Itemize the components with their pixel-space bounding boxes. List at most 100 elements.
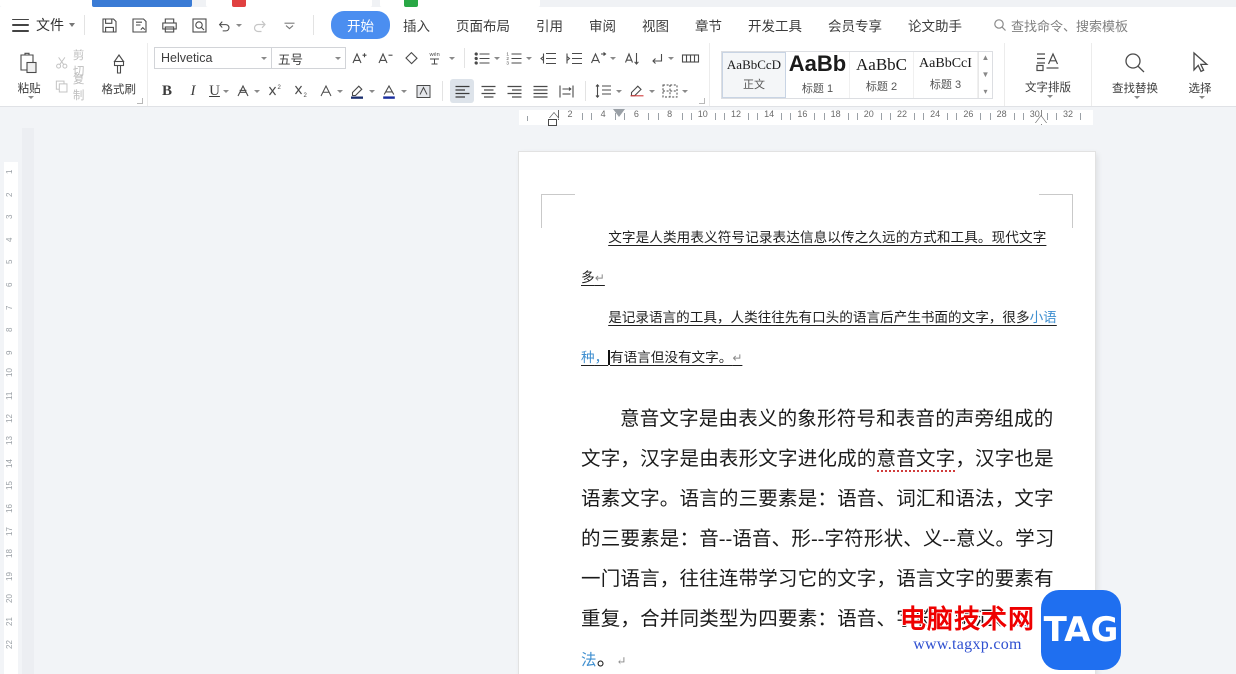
- chevron-down-icon[interactable]: [335, 56, 341, 60]
- text-typeset-button[interactable]: 文字排版: [1012, 46, 1084, 104]
- select-button[interactable]: 选择: [1171, 46, 1229, 104]
- tab-start[interactable]: 开始: [331, 11, 390, 39]
- shading-button[interactable]: [626, 79, 657, 103]
- highlight-color-button[interactable]: [347, 79, 377, 103]
- style-item-body[interactable]: AaBbCcD 正文: [722, 51, 786, 98]
- hamburger-menu-icon[interactable]: [12, 18, 29, 32]
- undo-dropdown-caret[interactable]: [236, 23, 242, 27]
- style-item-heading-1[interactable]: AaBb 标题 1: [786, 51, 850, 98]
- strikethrough-dropdown-caret[interactable]: [254, 89, 260, 93]
- bullets-dropdown-caret[interactable]: [494, 56, 500, 60]
- save-icon[interactable]: [96, 12, 122, 38]
- align-center-button[interactable]: [476, 79, 500, 103]
- file-menu-button[interactable]: 文件: [36, 15, 64, 35]
- styles-scrollbar[interactable]: ▲ ▼ ▾: [978, 51, 992, 98]
- line-spacing-dropdown-caret[interactable]: [616, 89, 622, 93]
- intro-paragraph-2[interactable]: 是记录语言的工具，人类往往先有口头的语言后产生书面的文字，很多小语种， 有语言但没…: [581, 298, 1059, 378]
- align-right-button[interactable]: [502, 79, 526, 103]
- format-painter-button[interactable]: 格式刷: [98, 46, 140, 104]
- decrease-indent-button[interactable]: [536, 46, 560, 70]
- shrink-font-button[interactable]: [373, 46, 397, 70]
- align-left-button[interactable]: [450, 79, 474, 103]
- window-tab-green-accent[interactable]: [404, 0, 418, 7]
- subscript-button[interactable]: 2: [290, 79, 314, 103]
- borders-top-button[interactable]: [678, 46, 702, 70]
- window-tab-red-accent[interactable]: [232, 0, 246, 7]
- italic-button[interactable]: I: [181, 79, 205, 103]
- clear-formatting-button[interactable]: [399, 46, 423, 70]
- customize-quick-access-icon[interactable]: [276, 12, 302, 38]
- show-marks-button[interactable]: [646, 46, 676, 70]
- tab-view[interactable]: 视图: [629, 11, 682, 39]
- tab-developer[interactable]: 开发工具: [735, 11, 815, 39]
- tab-references[interactable]: 引用: [523, 11, 576, 39]
- numbering-button[interactable]: 1 2 3: [504, 46, 534, 70]
- tab-review[interactable]: 审阅: [576, 11, 629, 39]
- character-shading-button[interactable]: [411, 79, 435, 103]
- line-spacing-button[interactable]: [593, 79, 624, 103]
- window-tab-blue-accent[interactable]: [92, 0, 192, 7]
- left-indent-marker[interactable]: [548, 119, 557, 126]
- chevron-down-icon[interactable]: [261, 56, 267, 60]
- grow-font-button[interactable]: [347, 46, 371, 70]
- underline-dropdown-caret[interactable]: [222, 89, 229, 93]
- save-as-icon[interactable]: [126, 12, 152, 38]
- hanging-indent-marker[interactable]: [549, 113, 559, 119]
- print-preview-icon[interactable]: [186, 12, 212, 38]
- tab-member[interactable]: 会员专享: [815, 11, 895, 39]
- paste-dropdown-caret[interactable]: [27, 95, 34, 99]
- horizontal-ruler[interactable]: 2 4 6 8 10 12 14 16 18 20 22 24 26 28 30 32: [0, 107, 1236, 128]
- styles-scroll-down[interactable]: ▼: [982, 70, 990, 79]
- pinyin-dropdown-caret[interactable]: [449, 56, 455, 60]
- justify-button[interactable]: [528, 79, 552, 103]
- font-color-dropdown-caret[interactable]: [401, 89, 407, 93]
- layout-grid-dropdown-caret[interactable]: [682, 89, 688, 93]
- chevron-down-icon[interactable]: [69, 23, 75, 27]
- sort-button[interactable]: [620, 46, 644, 70]
- increase-indent-button[interactable]: [562, 46, 586, 70]
- search-bar[interactable]: 查找命令、搜索模板: [993, 16, 1128, 35]
- tab-thesis-helper[interactable]: 论文助手: [895, 11, 975, 39]
- underline-button[interactable]: U: [207, 79, 231, 103]
- tab-insert[interactable]: 插入: [390, 11, 443, 39]
- layout-grid-button[interactable]: [659, 79, 690, 103]
- highlight-dropdown-caret[interactable]: [369, 89, 375, 93]
- first-line-indent-marker[interactable]: [613, 109, 625, 117]
- tab-page-layout[interactable]: 页面布局: [443, 11, 523, 39]
- style-item-heading-2[interactable]: AaBbC 标题 2: [850, 51, 914, 98]
- styles-scroll-more[interactable]: ▾: [983, 87, 987, 96]
- select-dropdown-caret[interactable]: [1198, 95, 1205, 99]
- copy-button[interactable]: 复制: [51, 74, 97, 102]
- font-size-select[interactable]: 五号: [272, 47, 346, 69]
- bullets-button[interactable]: [472, 46, 502, 70]
- find-replace-dropdown-caret[interactable]: [1133, 95, 1140, 99]
- styles-scroll-up[interactable]: ▲: [982, 53, 990, 62]
- right-indent-marker[interactable]: [1035, 116, 1047, 124]
- tab-section[interactable]: 章节: [682, 11, 735, 39]
- pinyin-sort-dropdown-caret[interactable]: [610, 56, 616, 60]
- redo-icon[interactable]: [246, 12, 272, 38]
- shading-dropdown-caret[interactable]: [649, 89, 655, 93]
- style-item-heading-3[interactable]: AaBbCcI 标题 3: [914, 51, 978, 98]
- window-tab-second[interactable]: [206, 0, 372, 7]
- typeset-dropdown-caret[interactable]: [1046, 95, 1053, 98]
- intro-paragraph-1[interactable]: 文字是人类用表义符号记录表达信息以传之久远的方式和工具。现代文字多↵: [581, 218, 1059, 298]
- font-family-select[interactable]: Helvetica: [154, 47, 272, 69]
- bold-button[interactable]: B: [155, 79, 179, 103]
- find-replace-button[interactable]: 查找替换: [1099, 46, 1171, 104]
- vertical-ruler[interactable]: 1 2 3 4 5 6 7 8 9 10 11 12 13 14 15 16 17 18 19 20 21 22: [0, 128, 22, 674]
- superscript-button[interactable]: 2: [264, 79, 288, 103]
- character-border-dropdown-caret[interactable]: [337, 89, 343, 93]
- character-border-button[interactable]: [316, 79, 345, 103]
- paste-button[interactable]: 粘贴: [7, 46, 51, 104]
- strikethrough-button[interactable]: [233, 79, 262, 103]
- pinyin-guide-button[interactable]: wén: [425, 46, 457, 70]
- undo-icon[interactable]: [216, 12, 242, 38]
- show-marks-dropdown-caret[interactable]: [668, 56, 674, 60]
- print-icon[interactable]: [156, 12, 182, 38]
- clipboard-dialog-launcher[interactable]: [137, 98, 143, 104]
- numbering-dropdown-caret[interactable]: [526, 56, 532, 60]
- paragraph-dialog-launcher[interactable]: [699, 98, 705, 104]
- font-color-button[interactable]: [379, 79, 409, 103]
- pinyin-sort-button[interactable]: [588, 46, 618, 70]
